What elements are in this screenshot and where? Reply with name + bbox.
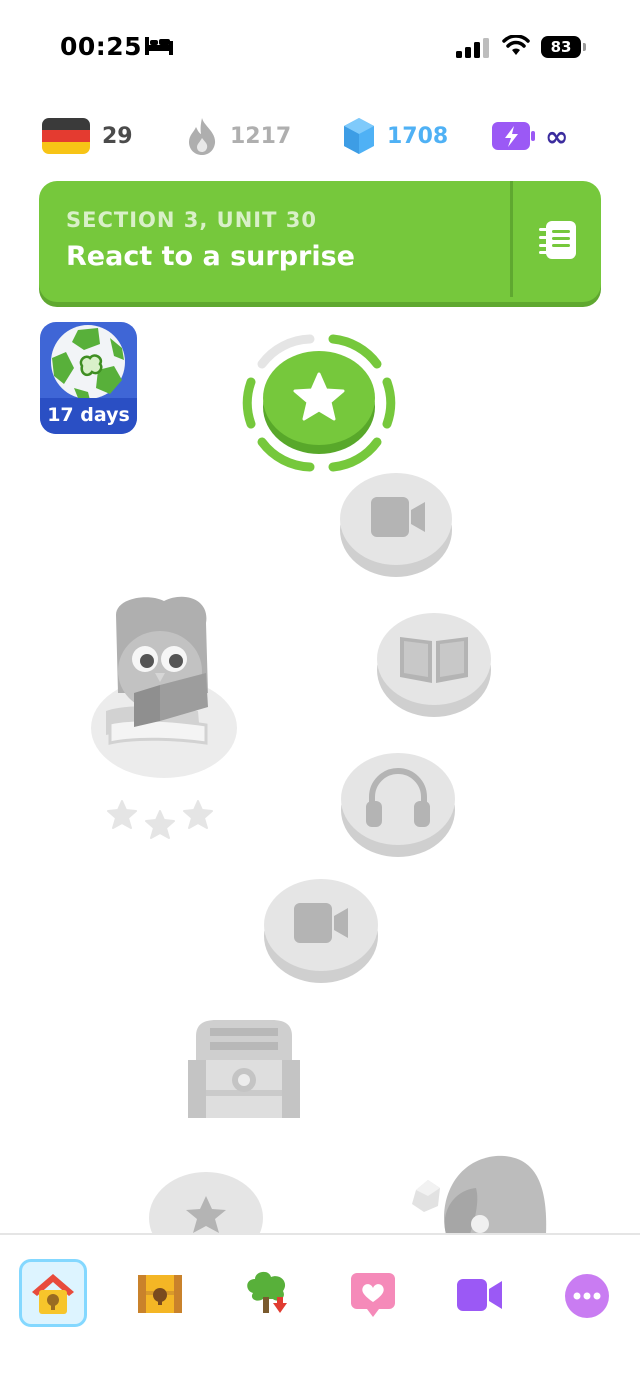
star-icon: [107, 800, 137, 829]
nav-home[interactable]: [19, 1259, 87, 1327]
energy-count: ∞: [545, 119, 569, 153]
flame-icon: [189, 118, 216, 155]
heart-icon[interactable]: [349, 1271, 397, 1319]
lesson-node-listening[interactable]: [340, 751, 456, 858]
guidebook-icon[interactable]: [536, 219, 580, 261]
streak-count: 1217: [230, 123, 292, 149]
language-count: 29: [102, 123, 133, 149]
lesson-node-video[interactable]: [339, 472, 454, 578]
treasure-chest-node[interactable]: [186, 1018, 302, 1120]
lesson-node-current[interactable]: [237, 324, 402, 479]
unit-section-label: SECTION 3, UNIT 30: [66, 208, 317, 232]
cellular-signal-icon: [456, 38, 489, 58]
streak-counter[interactable]: 1217: [186, 116, 291, 156]
more-icon[interactable]: [564, 1273, 610, 1319]
download-tree-icon[interactable]: [243, 1269, 293, 1319]
status-bar: 00:25 83: [0, 0, 640, 95]
streak-days-label: 17 days: [40, 398, 137, 434]
reading-character-illustration: [91, 596, 237, 778]
status-time: 00:25: [60, 32, 143, 61]
sleep-focus-icon: [145, 37, 173, 55]
banner-divider: [510, 181, 513, 297]
lesson-node-story[interactable]: [376, 611, 492, 718]
battery-level: 83: [541, 36, 581, 58]
unit-title: React to a surprise: [66, 241, 355, 272]
wifi-icon: [502, 35, 530, 55]
star-icon: [183, 800, 213, 829]
video-call-icon[interactable]: [456, 1275, 504, 1315]
gems-count: 1708: [387, 123, 449, 149]
gem-icon: [344, 118, 374, 154]
elephant-illustration: [412, 1155, 547, 1234]
star-icon: [145, 810, 175, 839]
energy-counter[interactable]: ∞: [491, 116, 568, 156]
gems-counter[interactable]: 1708: [343, 116, 448, 156]
treasure-chest-icon[interactable]: [136, 1271, 184, 1317]
lesson-node-video[interactable]: [263, 877, 379, 984]
language-selector[interactable]: 29: [42, 116, 133, 156]
soccer-ball-icon: [51, 325, 125, 400]
streak-challenge-badge[interactable]: 17 days: [40, 322, 137, 434]
lesson-node-star-locked[interactable]: [148, 1170, 264, 1234]
home-icon: [32, 1274, 74, 1314]
energy-battery-icon: [492, 122, 535, 150]
rating-stars: [107, 800, 213, 839]
german-flag-icon: [42, 118, 90, 154]
unit-banner[interactable]: SECTION 3, UNIT 30 React to a surprise: [39, 181, 601, 302]
bottom-nav: [0, 1235, 640, 1387]
battery-tip: [583, 43, 586, 51]
